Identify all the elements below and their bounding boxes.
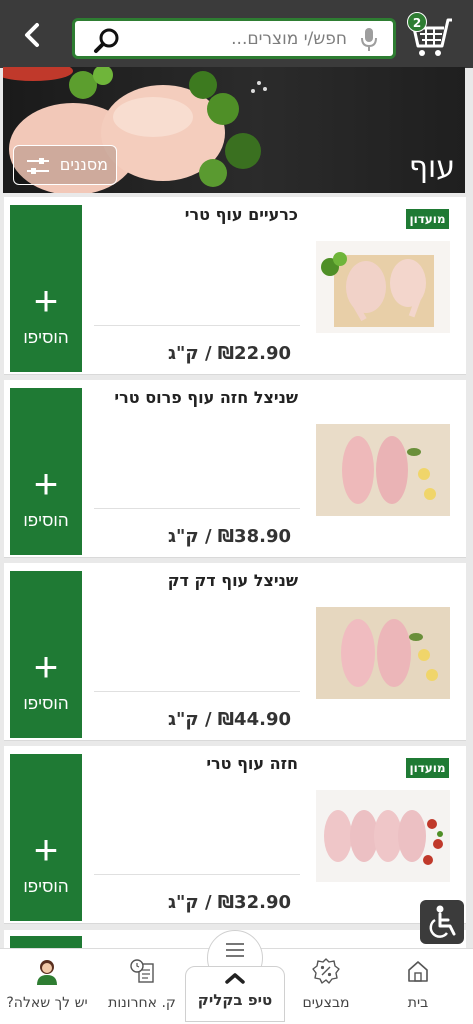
nav-deals-label: מבצעים bbox=[302, 995, 350, 1011]
category-title: עוף bbox=[408, 150, 455, 185]
category-banner: מסננים עוף bbox=[3, 67, 465, 193]
chevron-up-icon[interactable] bbox=[222, 970, 248, 986]
nav-question-label: יש לך שאלה? bbox=[6, 995, 88, 1011]
nav-deals[interactable]: מבצעים bbox=[281, 957, 371, 1021]
plus-icon: + bbox=[33, 642, 59, 690]
card-divider bbox=[94, 508, 300, 509]
product-card[interactable]: + הוסיפו חזה עוף טרי מועדון ₪32.90 / ק"ג bbox=[4, 746, 466, 924]
product-image[interactable] bbox=[316, 241, 450, 333]
chevron-left-icon bbox=[25, 23, 39, 47]
wheelchair-icon bbox=[429, 905, 456, 938]
sliders-icon bbox=[27, 158, 49, 174]
add-button-label: הוסיפו bbox=[23, 693, 69, 713]
home-icon bbox=[408, 961, 428, 982]
add-button-label: הוסיפו bbox=[23, 510, 69, 530]
microphone-icon[interactable] bbox=[359, 27, 379, 53]
tip-click-label: טיפ בקליק bbox=[197, 991, 273, 1009]
add-to-cart-button[interactable]: + הוסיפו bbox=[10, 205, 82, 372]
plus-icon: + bbox=[33, 825, 59, 873]
product-card[interactable]: + הוסיפו שניצל עוף דק דק ₪44.90 / ק"ג bbox=[4, 563, 466, 741]
accessibility-button[interactable] bbox=[420, 900, 464, 944]
product-image[interactable] bbox=[316, 790, 450, 882]
product-name[interactable]: שניצל עוף דק דק bbox=[68, 571, 298, 590]
agent-avatar-icon bbox=[37, 960, 57, 985]
club-badge: מועדון bbox=[406, 758, 449, 778]
cart-button[interactable]: 2 bbox=[404, 10, 458, 60]
nav-ask-question[interactable]: יש לך שאלה? bbox=[2, 957, 92, 1021]
add-button-label: הוסיפו bbox=[23, 876, 69, 896]
add-to-cart-button[interactable]: + הוסיפו bbox=[10, 388, 82, 555]
list-icon bbox=[226, 943, 244, 957]
club-badge: מועדון bbox=[406, 209, 449, 229]
product-image[interactable] bbox=[316, 607, 450, 699]
filter-button[interactable]: מסננים bbox=[13, 145, 117, 185]
search-box[interactable] bbox=[72, 18, 396, 59]
product-price: ₪44.90 / ק"ג bbox=[168, 709, 291, 730]
clock-receipt-icon bbox=[130, 959, 154, 983]
product-name[interactable]: כרעיים עוף טרי bbox=[68, 205, 298, 224]
product-card[interactable]: + הוסיפו כרעיים עוף טרי מועדון ₪22.90 / … bbox=[4, 197, 466, 375]
card-divider bbox=[94, 874, 300, 875]
product-name[interactable]: שניצל חזה עוף פרוס טרי bbox=[68, 388, 298, 407]
product-card[interactable]: + הוסיפו שניצל חזה עוף פרוס טרי ₪38.90 /… bbox=[4, 380, 466, 558]
product-name[interactable]: חזה עוף טרי bbox=[68, 754, 298, 773]
back-button[interactable] bbox=[18, 20, 48, 50]
card-divider bbox=[94, 325, 300, 326]
product-price: ₪38.90 / ק"ג bbox=[168, 526, 291, 547]
top-bar: 2 bbox=[0, 0, 473, 68]
plus-icon: + bbox=[33, 276, 59, 324]
nav-recent-purchases[interactable]: ק. אחרונות bbox=[97, 957, 187, 1021]
add-button-label: הוסיפו bbox=[23, 327, 69, 347]
search-input[interactable] bbox=[147, 25, 347, 53]
add-to-cart-button[interactable]: + הוסיפו bbox=[10, 754, 82, 921]
nav-home-label: בית bbox=[407, 995, 429, 1011]
search-icon[interactable] bbox=[93, 27, 121, 55]
plus-icon: + bbox=[33, 459, 59, 507]
product-price: ₪22.90 / ק"ג bbox=[168, 343, 291, 364]
percent-badge-icon bbox=[312, 958, 340, 984]
card-divider bbox=[94, 691, 300, 692]
add-to-cart-button[interactable]: + הוסיפו bbox=[10, 571, 82, 738]
cart-count-badge: 2 bbox=[407, 12, 427, 32]
nav-recent-label: ק. אחרונות bbox=[108, 995, 176, 1011]
product-image[interactable] bbox=[316, 424, 450, 516]
nav-home[interactable]: בית bbox=[373, 957, 463, 1021]
product-price: ₪32.90 / ק"ג bbox=[168, 892, 291, 913]
filter-label: מסננים bbox=[59, 155, 108, 174]
